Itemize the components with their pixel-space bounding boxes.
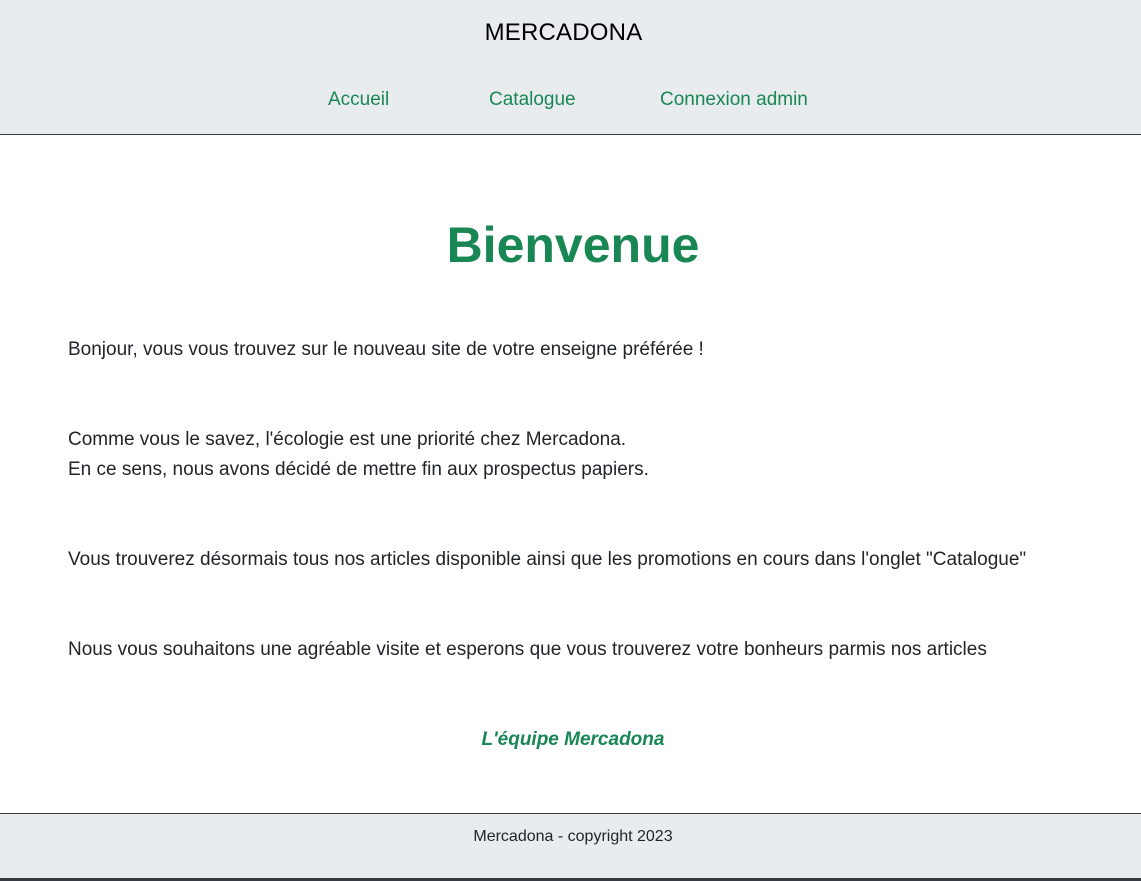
ecology-paragraph-line-2: En ce sens, nous avons décidé de mettre … [68,459,649,480]
ecology-paragraph-line-1: Comme vous le savez, l'écologie est une … [68,429,627,450]
nav-link-catalogue[interactable]: Catalogue [489,89,576,111]
brand-title: MERCADONA [484,19,643,46]
team-signature: L'équipe Mercadona [481,729,665,750]
nav-link-accueil[interactable]: Accueil [328,89,389,111]
page-title: Bienvenue [446,217,700,273]
nav-link-admin-login[interactable]: Connexion admin [660,89,808,111]
closing-paragraph: Nous vous souhaitons une agréable visite… [68,639,987,660]
site-footer: Mercadona - copyright 2023 [0,813,1141,881]
main-content: Bienvenue Bonjour, vous vous trouvez sur… [0,135,1141,813]
copyright-text: Mercadona - copyright 2023 [473,828,673,845]
intro-paragraph: Bonjour, vous vous trouvez sur le nouvea… [68,339,704,360]
site-header: MERCADONA Accueil Catalogue Connexion ad… [0,0,1141,135]
catalogue-info-paragraph: Vous trouverez désormais tous nos articl… [68,549,1027,570]
